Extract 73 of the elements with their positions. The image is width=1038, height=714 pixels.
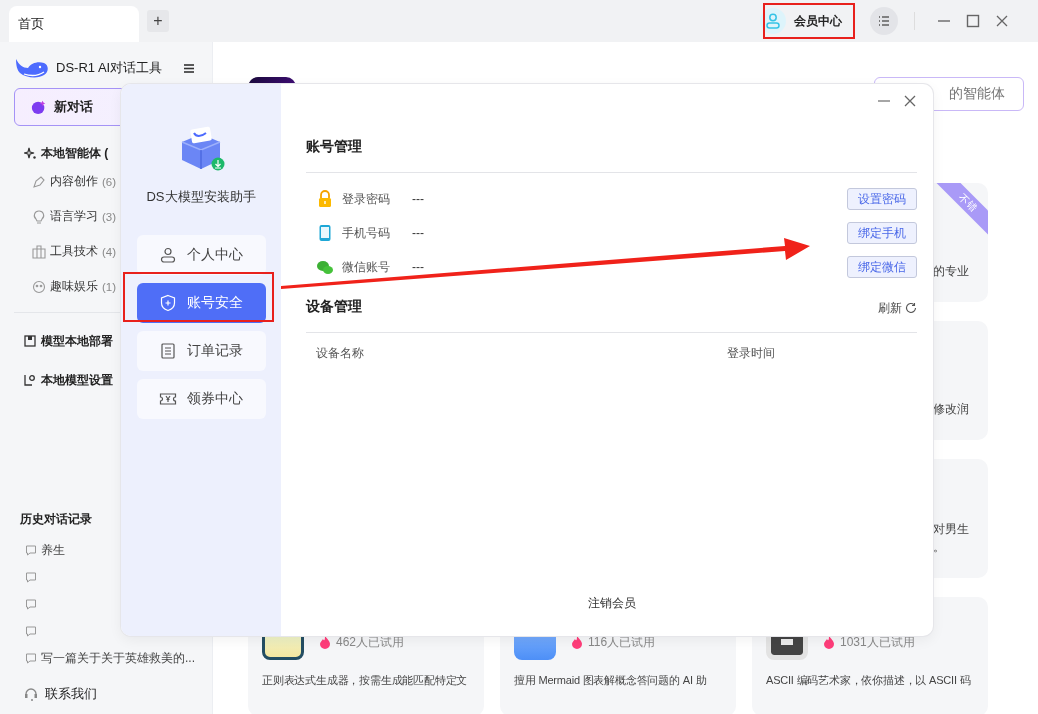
chat-bubble-icon [25,599,37,610]
field-label: 微信账号 [342,258,391,276]
lock-icon [316,190,334,208]
column-header: 登录时间 [727,345,775,362]
bind-button[interactable]: 设置密码 [847,188,917,210]
menu-icon[interactable] [184,63,194,73]
maximize-icon[interactable] [966,14,980,28]
history-item[interactable]: 养生 [20,537,212,564]
wechat-icon [316,258,334,276]
lightbulb-icon [32,209,46,224]
headset-icon [24,687,38,701]
user-count: 462人已试用 [336,633,405,651]
close-icon[interactable] [995,14,1009,28]
close-icon[interactable] [903,94,917,108]
flame-icon [823,635,835,649]
flame-icon [319,635,331,649]
sidebar-group[interactable]: 本地智能体 ( [24,142,212,164]
toolbox-icon [32,244,46,259]
section-title: 设备管理 [306,298,362,316]
member-center-button[interactable]: 会员中心 [756,4,846,38]
history-item[interactable]: 写一篇关于关于英雄救美的... [20,645,212,672]
chat-bubble-icon [25,626,37,637]
chat-bubble-icon [31,99,47,115]
chat-bubble-icon [25,653,37,664]
nav-tab[interactable]: 订单记录 [136,331,266,371]
bind-button[interactable]: 绑定微信 [847,256,917,278]
cancel-membership-link[interactable]: 注销会员 [587,595,636,612]
card-description: 的专业 [933,263,969,280]
card-description: ASCII 编码艺术家，依你描述，以 ASCII 码 [766,673,972,688]
ticket-icon [159,390,177,408]
user-icon [760,8,786,34]
card-description: 擅用 Mermaid 图表解概念答问题的 AI 助 [514,673,708,688]
nav-tab[interactable]: 个人中心 [136,235,266,275]
app-title: DS大模型安装助手 [146,188,256,206]
card-description: 正则表达式生成器，按需生成能匹配特定文 [262,673,469,688]
card-description: 对男生 [933,521,969,538]
save-icon [24,335,36,347]
settings-icon [24,374,36,386]
chat-bubble-icon [25,545,37,556]
field-label: 手机号码 [342,224,391,242]
field-value: --- [412,192,424,206]
nav-tab[interactable]: 领券中心 [136,379,266,419]
contact-link[interactable]: 联系我们 [14,678,212,710]
user-icon [159,246,177,264]
card-description: 。 [933,539,945,556]
list-icon[interactable] [870,7,898,35]
app-name: DS-R1 AI对话工具 [56,59,163,77]
sparkle-icon [24,147,36,159]
bind-button[interactable]: 绑定手机 [847,222,917,244]
section-title: 账号管理 [306,138,363,156]
face-icon [32,279,46,294]
sidebar-item[interactable]: 趣味娱乐 (1) [24,269,117,304]
flame-icon [571,635,583,649]
field-label: 登录密码 [342,190,391,208]
user-count: 1031人已试用 [840,633,915,651]
field-value: --- [412,226,424,240]
card-description: 修改润 [933,401,969,418]
sidebar-item[interactable]: 语言学习 (3) [24,199,117,234]
tab[interactable]: 首页 [9,6,139,42]
nav-tab[interactable]: 账号安全 [136,283,266,323]
history-title: 历史对话记录 [20,511,93,528]
field-value: --- [412,260,424,274]
sidebar-item[interactable]: 内容创作 (6) [24,164,117,199]
column-header: 设备名称 [316,345,365,362]
chat-bubble-icon [25,572,37,583]
sidebar-item[interactable]: 工具技术 (4) [24,234,117,269]
document-icon [159,342,177,360]
user-count: 116人已试用 [588,633,656,651]
shield-icon [159,294,177,312]
refresh-button[interactable]: 刷新 [878,298,917,318]
refresh-icon [905,302,917,314]
new-tab-button[interactable]: + [147,10,169,32]
pen-icon [32,174,46,189]
